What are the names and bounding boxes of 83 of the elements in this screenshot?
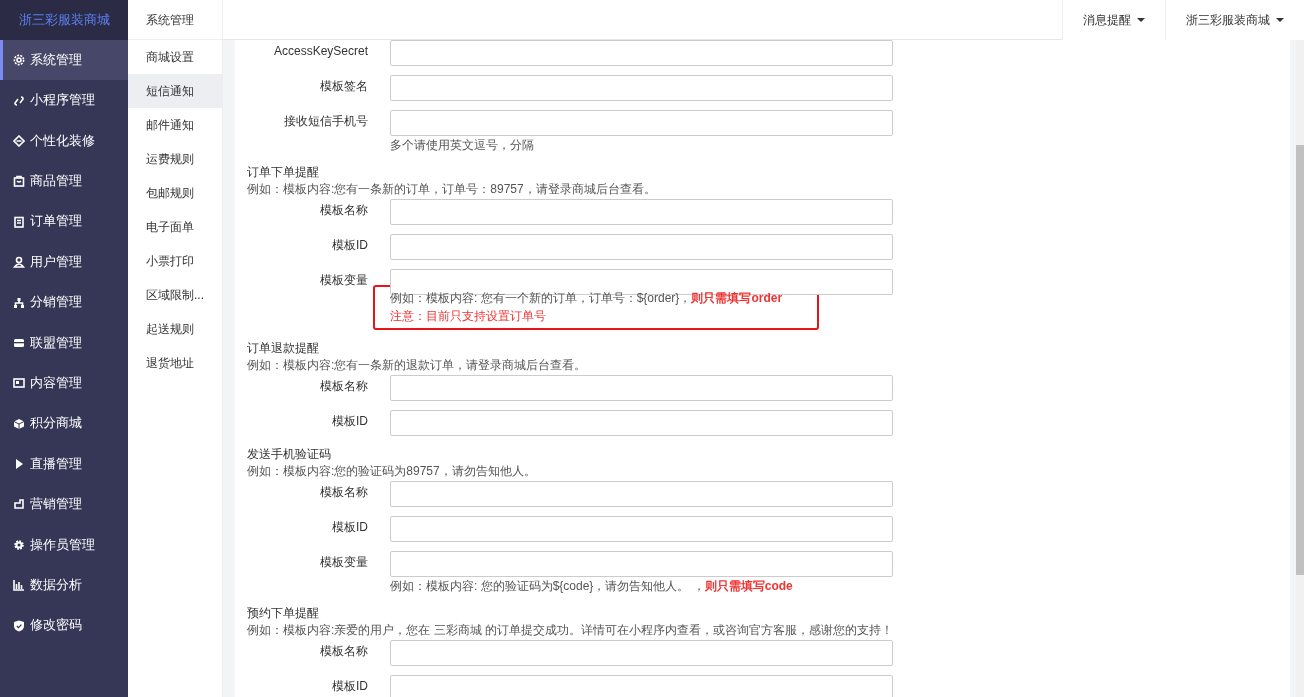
- sidebar-item[interactable]: 联盟管理: [0, 322, 128, 364]
- store-icon: [13, 336, 25, 349]
- input-field[interactable]: [390, 40, 893, 66]
- field-label: 模板名称: [319, 484, 368, 501]
- field-label: 模板名称: [319, 643, 368, 660]
- submenu-item[interactable]: 包邮规则: [128, 176, 222, 210]
- input-field[interactable]: [390, 481, 893, 507]
- sidebar-item[interactable]: 商品管理: [0, 161, 128, 202]
- sidebar-item[interactable]: 积分商城: [0, 403, 128, 444]
- submenu-item[interactable]: 商城设置: [128, 40, 222, 74]
- submenu-item[interactable]: 电子面单: [128, 210, 222, 244]
- submenu-item[interactable]: 运费规则: [128, 142, 222, 176]
- example-text: 例如：模板内容:您有一条新的退款订单，请登录商城后台查看。: [247, 357, 588, 374]
- field-label: 模板名称: [319, 378, 368, 395]
- cube-icon: [13, 417, 25, 430]
- shield-icon: [13, 619, 25, 632]
- submenu-item[interactable]: 小票打印: [128, 244, 222, 278]
- gear-icon: [13, 538, 25, 551]
- dropdown-menu-button[interactable]: 浙三彩服装商城: [1165, 0, 1304, 40]
- user-icon: [13, 256, 25, 269]
- dropdown-menu-button[interactable]: 消息提醒: [1062, 0, 1165, 40]
- submenu-item[interactable]: 短信通知: [128, 74, 222, 108]
- field-label: 模板名称: [319, 202, 368, 219]
- caret-icon: [1276, 18, 1284, 22]
- submenu-item[interactable]: 退货地址: [128, 346, 222, 380]
- input-field[interactable]: [390, 75, 893, 101]
- field-label: 模板ID: [331, 678, 368, 695]
- sidebar-item[interactable]: 订单管理: [0, 201, 128, 242]
- input-field[interactable]: [390, 551, 893, 577]
- sidebar-item[interactable]: 直播管理: [0, 443, 128, 485]
- input-field[interactable]: [390, 375, 893, 401]
- sidebar-item[interactable]: 系统管理: [0, 40, 128, 81]
- diamond-icon: [13, 134, 25, 147]
- scrollbar[interactable]: [1296, 40, 1304, 697]
- submenu-item[interactable]: 起送规则: [128, 312, 222, 346]
- example-text: 例如：模板内容:您的验证码为89757，请勿告知他人。: [247, 463, 537, 480]
- section-title: 订单退款提醒: [247, 340, 320, 357]
- field-label: 接收短信手机号: [283, 113, 368, 130]
- hierarchy-icon: [13, 296, 25, 309]
- example-text: 例如：模板内容:亲爱的用户，您在 三彩商城 的订单提交成功。详情可在小程序内查看，或咨询官方客服，感谢您的支持！: [247, 622, 894, 639]
- field-label: 模板ID: [331, 237, 368, 254]
- section-title: 订单下单提醒: [247, 164, 320, 181]
- clipboard-icon: [13, 215, 25, 228]
- section-title: 预约下单提醒: [247, 605, 320, 622]
- field-label: 模板签名: [319, 78, 368, 95]
- field-label: 模板ID: [331, 413, 368, 430]
- field-label: 模板变量: [319, 272, 368, 289]
- sidebar-item[interactable]: 个性化装修: [0, 120, 128, 162]
- input-field[interactable]: [390, 234, 893, 260]
- help-text: 多个请使用英文逗号，分隔: [390, 137, 535, 154]
- sidebar-item[interactable]: 用户管理: [0, 241, 128, 283]
- field-label: AccessKeySecret: [272, 43, 368, 60]
- sidebar-item[interactable]: 小程序管理: [0, 80, 128, 121]
- input-field[interactable]: [390, 110, 893, 136]
- sidebar-item[interactable]: 修改密码: [0, 605, 128, 646]
- sidebar-item[interactable]: 分销管理: [0, 282, 128, 323]
- section-title: 发送手机验证码: [247, 446, 332, 463]
- bag-icon: [13, 175, 25, 188]
- sidebar-item[interactable]: 数据分析: [0, 565, 128, 606]
- example-text: 例如：模板内容:您有一条新的订单，订单号：89757，请登录商城后台查看。: [247, 181, 657, 198]
- input-field[interactable]: [390, 199, 893, 225]
- sidebar-item[interactable]: 营销管理: [0, 484, 128, 525]
- gear-icon: [13, 54, 25, 67]
- sidebar-item[interactable]: 操作员管理: [0, 524, 128, 566]
- brand-title: 浙三彩服装商城: [0, 0, 128, 40]
- help-text: 例如：模板内容: 您的验证码为${code}，请勿告知他人。 ，则只需填写code: [390, 578, 794, 595]
- play-icon: [13, 458, 25, 471]
- submenu-item[interactable]: 邮件通知: [128, 108, 222, 142]
- help-text: 例如：模板内容: 您有一个新的订单，订单号：${order}，则只需填写order: [390, 290, 784, 307]
- caret-icon: [1137, 18, 1145, 22]
- field-label: 模板变量: [319, 554, 368, 571]
- bar-chart-icon: [13, 579, 25, 592]
- input-field[interactable]: [390, 640, 893, 666]
- field-label: 模板ID: [331, 519, 368, 536]
- link-icon: [13, 94, 25, 107]
- submenu-title: 系统管理: [128, 0, 222, 40]
- news-icon: [13, 377, 25, 390]
- sidebar-item[interactable]: 内容管理: [0, 363, 128, 404]
- warning-text: 注意：目前只支持设置订单号: [390, 308, 547, 325]
- input-field[interactable]: [390, 516, 893, 542]
- input-field[interactable]: [390, 410, 893, 436]
- input-field[interactable]: [390, 675, 893, 697]
- submenu-item[interactable]: 区域限制...: [128, 278, 222, 312]
